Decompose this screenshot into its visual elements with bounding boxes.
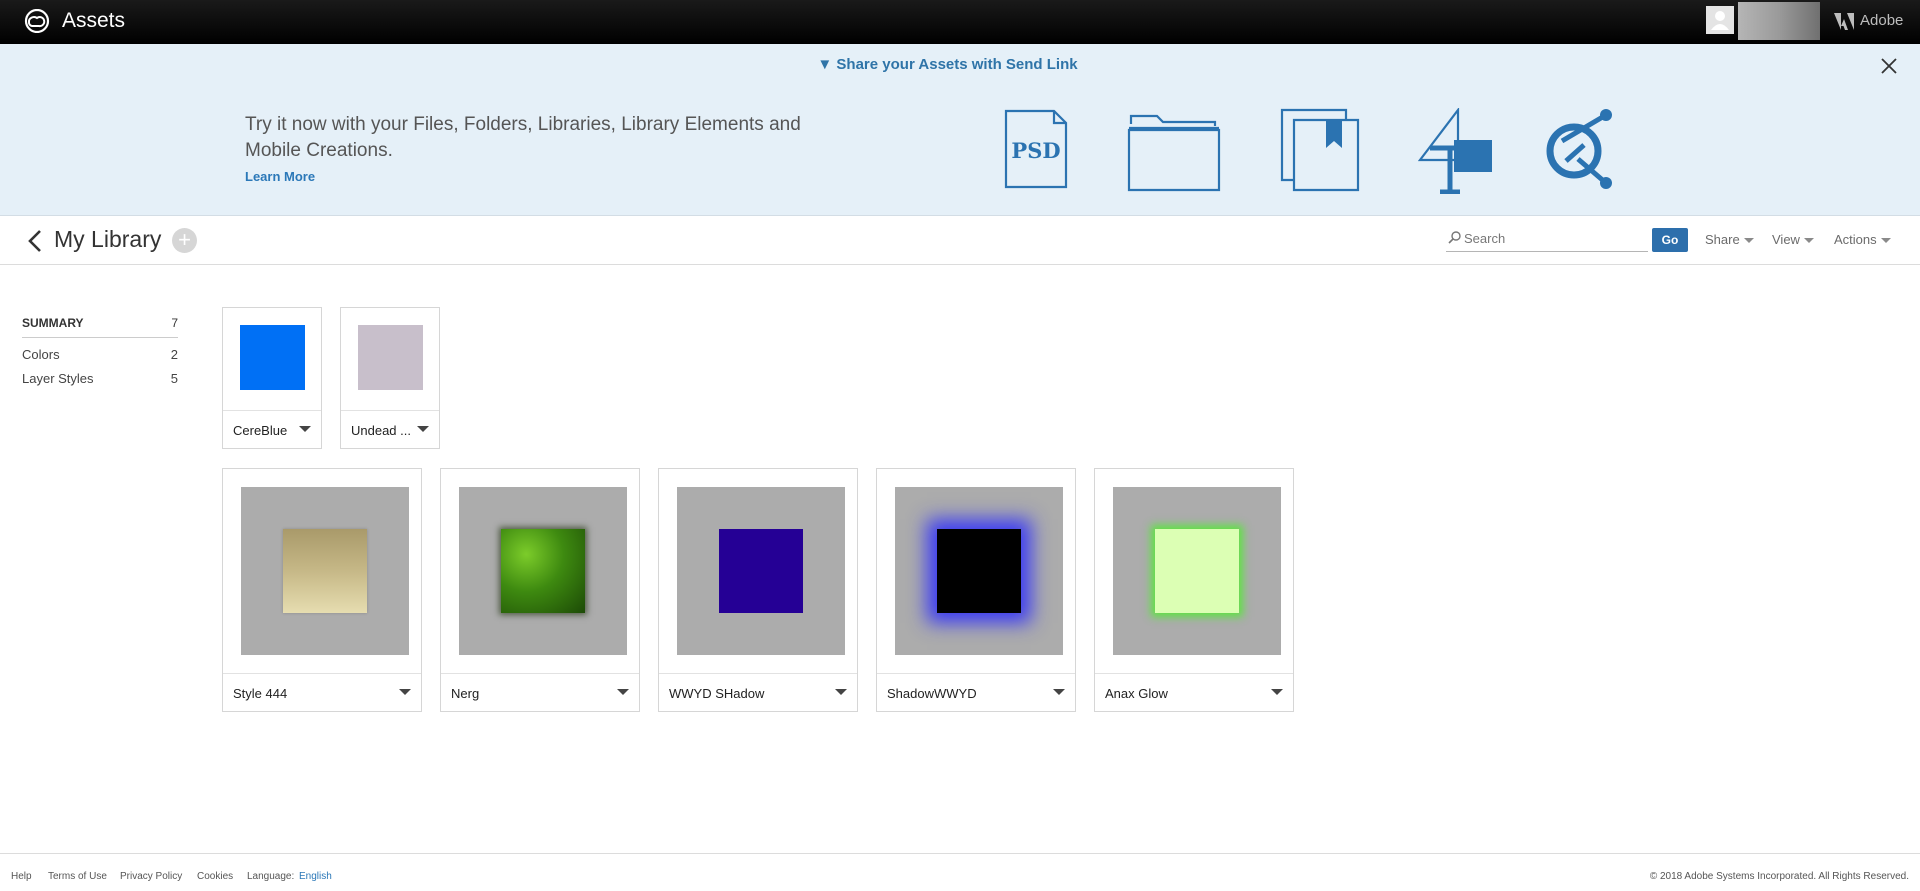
send-link-banner: ▼ Share your Assets with Send Link Try i…: [0, 44, 1920, 216]
dropdown-caret-icon[interactable]: [1053, 689, 1065, 695]
layer-style-preview[interactable]: [241, 487, 409, 655]
banner-headline[interactable]: ▼ Share your Assets with Send Link: [0, 56, 1895, 73]
library-element-icon: [1418, 108, 1492, 194]
view-menu[interactable]: View: [1772, 232, 1814, 247]
summary-total: 7: [171, 315, 178, 330]
footer-link-cookies[interactable]: Cookies: [197, 871, 233, 882]
go-button[interactable]: Go: [1652, 228, 1688, 252]
layer-style-card[interactable]: Anax Glow: [1094, 468, 1294, 712]
search-input[interactable]: [1464, 228, 1644, 248]
psd-file-icon: PSD: [1004, 109, 1068, 189]
dropdown-caret-icon[interactable]: [417, 426, 429, 432]
share-menu-label: Share: [1705, 232, 1740, 247]
card-label: Undead ...: [351, 423, 411, 438]
card-footer: Undead ...: [341, 410, 439, 448]
caret-down-icon: [1803, 237, 1814, 243]
dropdown-caret-icon[interactable]: [617, 689, 629, 695]
footer-link-help[interactable]: Help: [11, 871, 32, 882]
library-icon: [1280, 108, 1360, 192]
layer-style-preview[interactable]: [895, 487, 1063, 655]
color-card[interactable]: Undead ...: [340, 307, 440, 449]
adobe-logo-icon: [1834, 13, 1854, 30]
footer-link-terms[interactable]: Terms of Use: [48, 871, 107, 882]
color-swatch[interactable]: [358, 325, 423, 390]
add-button[interactable]: +: [172, 228, 197, 253]
card-footer: Nerg: [441, 673, 639, 711]
card-footer: CereBlue: [223, 410, 321, 448]
dropdown-caret-icon[interactable]: [835, 689, 847, 695]
search-icon: [1448, 231, 1461, 244]
dropdown-caret-icon[interactable]: [399, 689, 411, 695]
dropdown-caret-icon[interactable]: [1271, 689, 1283, 695]
library-toolbar: My Library + Go Share View Actions: [0, 216, 1920, 265]
summary-item-colors[interactable]: Colors 2: [22, 342, 178, 366]
layer-style-preview[interactable]: [459, 487, 627, 655]
card-label: ShadowWWYD: [887, 686, 977, 701]
layer-style-card[interactable]: ShadowWWYD: [876, 468, 1076, 712]
back-chevron-icon[interactable]: [26, 229, 44, 253]
layer-style-card[interactable]: WWYD SHadow: [658, 468, 858, 712]
summary-item-label: Colors: [22, 346, 60, 362]
caret-down-icon: [1743, 237, 1754, 243]
layer-style-card[interactable]: Style 444: [222, 468, 422, 712]
banner-description: Try it now with your Files, Folders, Lib…: [245, 114, 801, 161]
footer-link-privacy[interactable]: Privacy Policy: [120, 871, 182, 882]
language-label: Language:: [247, 871, 295, 882]
color-card[interactable]: CereBlue: [222, 307, 322, 449]
mobile-creations-icon: [1546, 109, 1612, 189]
folder-icon: [1127, 114, 1221, 192]
caret-down-icon: [1880, 237, 1891, 243]
username-redacted[interactable]: [1738, 2, 1820, 40]
color-swatch[interactable]: [240, 325, 305, 390]
copyright: © 2018 Adobe Systems Incorporated. All R…: [1649, 871, 1909, 882]
language-selector[interactable]: English: [299, 871, 332, 882]
card-label: CereBlue: [233, 423, 288, 438]
summary-item-label: Layer Styles: [22, 370, 94, 386]
footer: Help Terms of Use Privacy Policy Cookies…: [0, 853, 1920, 891]
summary-panel: SUMMARY 7 Colors 2 Layer Styles 5: [22, 308, 178, 390]
close-icon[interactable]: [1879, 56, 1899, 76]
view-menu-label: View: [1772, 232, 1800, 247]
learn-more-link[interactable]: Learn More: [245, 169, 315, 184]
card-label: Style 444: [233, 686, 288, 701]
dropdown-caret-icon[interactable]: [299, 426, 311, 432]
psd-icon-label: PSD: [1011, 138, 1060, 163]
top-bar: Assets Adobe: [0, 0, 1920, 44]
card-label: Nerg: [451, 686, 480, 701]
library-title: My Library: [54, 226, 162, 252]
card-footer: Style 444: [223, 673, 421, 711]
summary-item-layer-styles[interactable]: Layer Styles 5: [22, 366, 178, 390]
share-menu[interactable]: Share: [1705, 232, 1754, 247]
card-footer: ShadowWWYD: [877, 673, 1075, 711]
adobe-brand-label: Adobe: [1860, 12, 1904, 29]
user-icon: [1711, 11, 1729, 30]
card-footer: Anax Glow: [1095, 673, 1293, 711]
card-footer: WWYD SHadow: [659, 673, 857, 711]
summary-heading-row[interactable]: SUMMARY 7: [22, 308, 178, 338]
layer-style-preview[interactable]: [1113, 487, 1281, 655]
summary-heading: SUMMARY: [22, 315, 84, 330]
card-label: WWYD SHadow: [669, 686, 765, 701]
card-label: Anax Glow: [1105, 686, 1168, 701]
summary-item-count: 5: [170, 370, 178, 386]
layer-style-preview[interactable]: [677, 487, 845, 655]
search-field: [1446, 226, 1648, 252]
layer-style-card[interactable]: Nerg: [440, 468, 640, 712]
avatar[interactable]: [1706, 6, 1734, 34]
creative-cloud-logo-icon[interactable]: [22, 9, 52, 33]
actions-menu-label: Actions: [1834, 232, 1877, 247]
summary-item-count: 2: [170, 346, 178, 362]
actions-menu[interactable]: Actions: [1834, 232, 1891, 247]
app-title[interactable]: Assets: [62, 9, 125, 33]
